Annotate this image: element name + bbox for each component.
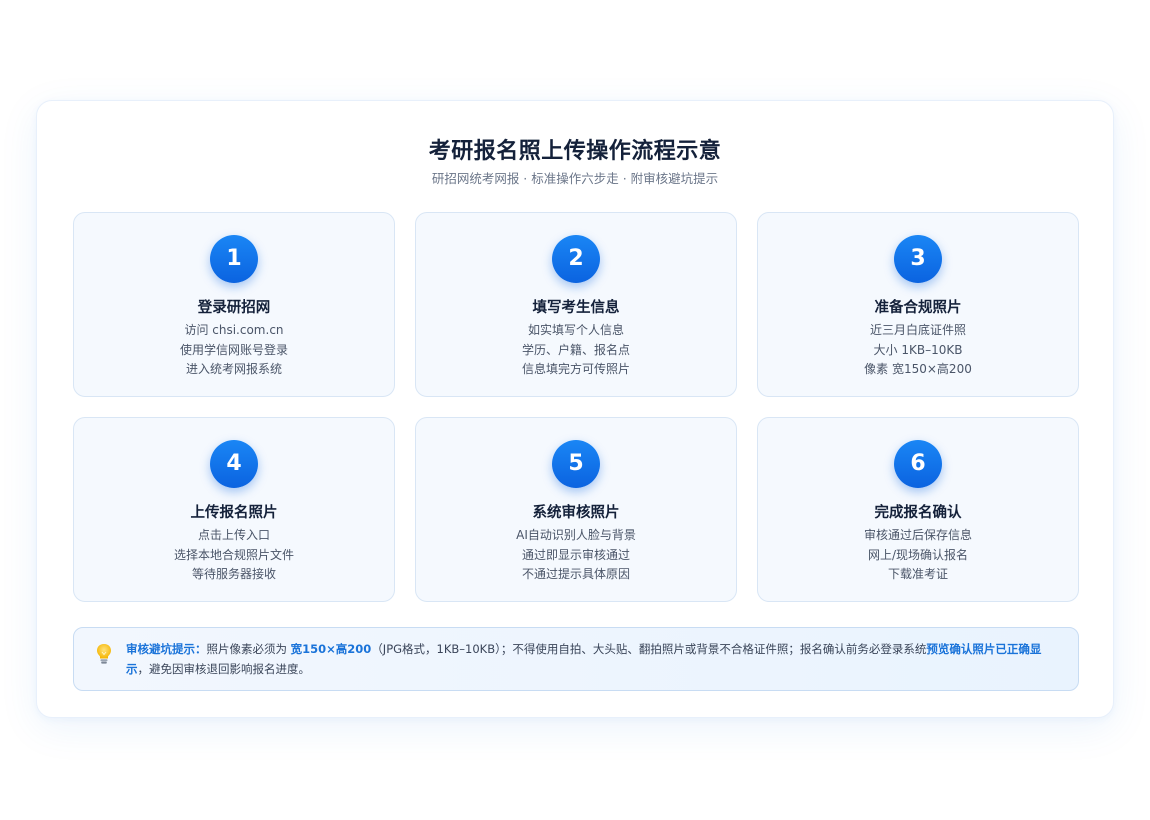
step-title: 登录研招网 xyxy=(197,300,271,316)
step-line: 使用学信网账号登录 xyxy=(179,342,288,357)
flowchart-panel: 考研报名照上传操作流程示意 研招网统考网报 · 标准操作六步走 · 附审核避坑提… xyxy=(36,100,1114,718)
step-number-badge: 5 xyxy=(552,440,600,488)
lightbulb-icon xyxy=(94,642,114,666)
step-line: 网上/现场确认报名 xyxy=(867,547,969,562)
step-card-6: 6 完成报名确认 审核通过后保存信息 网上/现场确认报名 下载准考证 xyxy=(757,417,1079,602)
step-line: 像素 宽150×高200 xyxy=(864,362,972,376)
tip-size-emphasis: 宽150×高200 xyxy=(290,642,372,656)
step-number-badge: 1 xyxy=(210,235,258,283)
step-line: 等待服务器接收 xyxy=(191,567,276,581)
step-number-badge: 4 xyxy=(210,440,258,488)
step-line: 访问 chsi.com.cn xyxy=(184,323,284,337)
step-card-1: 1 登录研招网 访问 chsi.com.cn 使用学信网账号登录 进入统考网报系… xyxy=(73,212,395,397)
step-title: 填写考生信息 xyxy=(532,300,620,316)
tip-label: 审核避坑提示： xyxy=(126,642,207,656)
step-line: 如实填写个人信息 xyxy=(527,323,624,337)
step-title: 准备合规照片 xyxy=(874,300,962,316)
step-title: 上传报名照片 xyxy=(190,505,278,521)
page-subtitle: 研招网统考网报 · 标准操作六步走 · 附审核避坑提示 xyxy=(431,171,719,186)
tip-text-part: ，避免因审核退回影响报名进度。 xyxy=(137,661,311,676)
step-line: 大小 1KB–10KB xyxy=(873,342,963,357)
step-line: 选择本地合规照片文件 xyxy=(173,547,294,562)
step-number-badge: 6 xyxy=(894,440,942,488)
step-card-3: 3 准备合规照片 近三月白底证件照 大小 1KB–10KB 像素 宽150×高2… xyxy=(757,212,1079,397)
tip-text-part: （JPG格式，1KB–10KB）；不得使用自拍、大头贴、翻拍照片或背景不合格证件… xyxy=(371,642,927,656)
step-number-badge: 2 xyxy=(552,235,600,283)
steps-grid: 1 登录研招网 访问 chsi.com.cn 使用学信网账号登录 进入统考网报系… xyxy=(73,212,1079,602)
tip-text-part: 照片像素必须为 xyxy=(206,642,291,656)
step-number-badge: 3 xyxy=(894,235,942,283)
step-line: AI自动识别人脸与背景 xyxy=(516,528,636,542)
step-line: 不通过提示具体原因 xyxy=(521,567,630,581)
step-line: 点击上传入口 xyxy=(197,528,270,542)
step-card-2: 2 填写考生信息 如实填写个人信息 学历、户籍、报名点 信息填完方可传照片 xyxy=(415,212,737,397)
step-description: 点击上传入口 选择本地合规照片文件 等待服务器接收 xyxy=(74,526,394,585)
step-line: 审核通过后保存信息 xyxy=(863,528,972,542)
step-title: 完成报名确认 xyxy=(874,505,962,521)
step-line: 信息填完方可传照片 xyxy=(521,362,630,376)
step-card-5: 5 系统审核照片 AI自动识别人脸与背景 通过即显示审核通过 不通过提示具体原因 xyxy=(415,417,737,602)
step-line: 下载准考证 xyxy=(887,567,948,581)
step-description: 审核通过后保存信息 网上/现场确认报名 下载准考证 xyxy=(758,526,1078,585)
step-description: AI自动识别人脸与背景 通过即显示审核通过 不通过提示具体原因 xyxy=(416,526,736,585)
step-line: 进入统考网报系统 xyxy=(185,362,282,376)
step-title: 系统审核照片 xyxy=(532,505,620,521)
step-line: 学历、户籍、报名点 xyxy=(521,342,630,357)
step-description: 如实填写个人信息 学历、户籍、报名点 信息填完方可传照片 xyxy=(416,321,736,380)
tip-text: 审核避坑提示：照片像素必须为 宽150×高200（JPG格式，1KB–10KB）… xyxy=(126,640,1062,679)
page-title: 考研报名照上传操作流程示意 xyxy=(428,139,722,164)
step-description: 近三月白底证件照 大小 1KB–10KB 像素 宽150×高200 xyxy=(758,321,1078,380)
step-line: 近三月白底证件照 xyxy=(869,323,966,337)
step-line: 通过即显示审核通过 xyxy=(521,547,630,562)
audit-tip-box: 审核避坑提示：照片像素必须为 宽150×高200（JPG格式，1KB–10KB）… xyxy=(73,627,1079,691)
step-card-4: 4 上传报名照片 点击上传入口 选择本地合规照片文件 等待服务器接收 xyxy=(73,417,395,602)
step-description: 访问 chsi.com.cn 使用学信网账号登录 进入统考网报系统 xyxy=(74,321,394,380)
